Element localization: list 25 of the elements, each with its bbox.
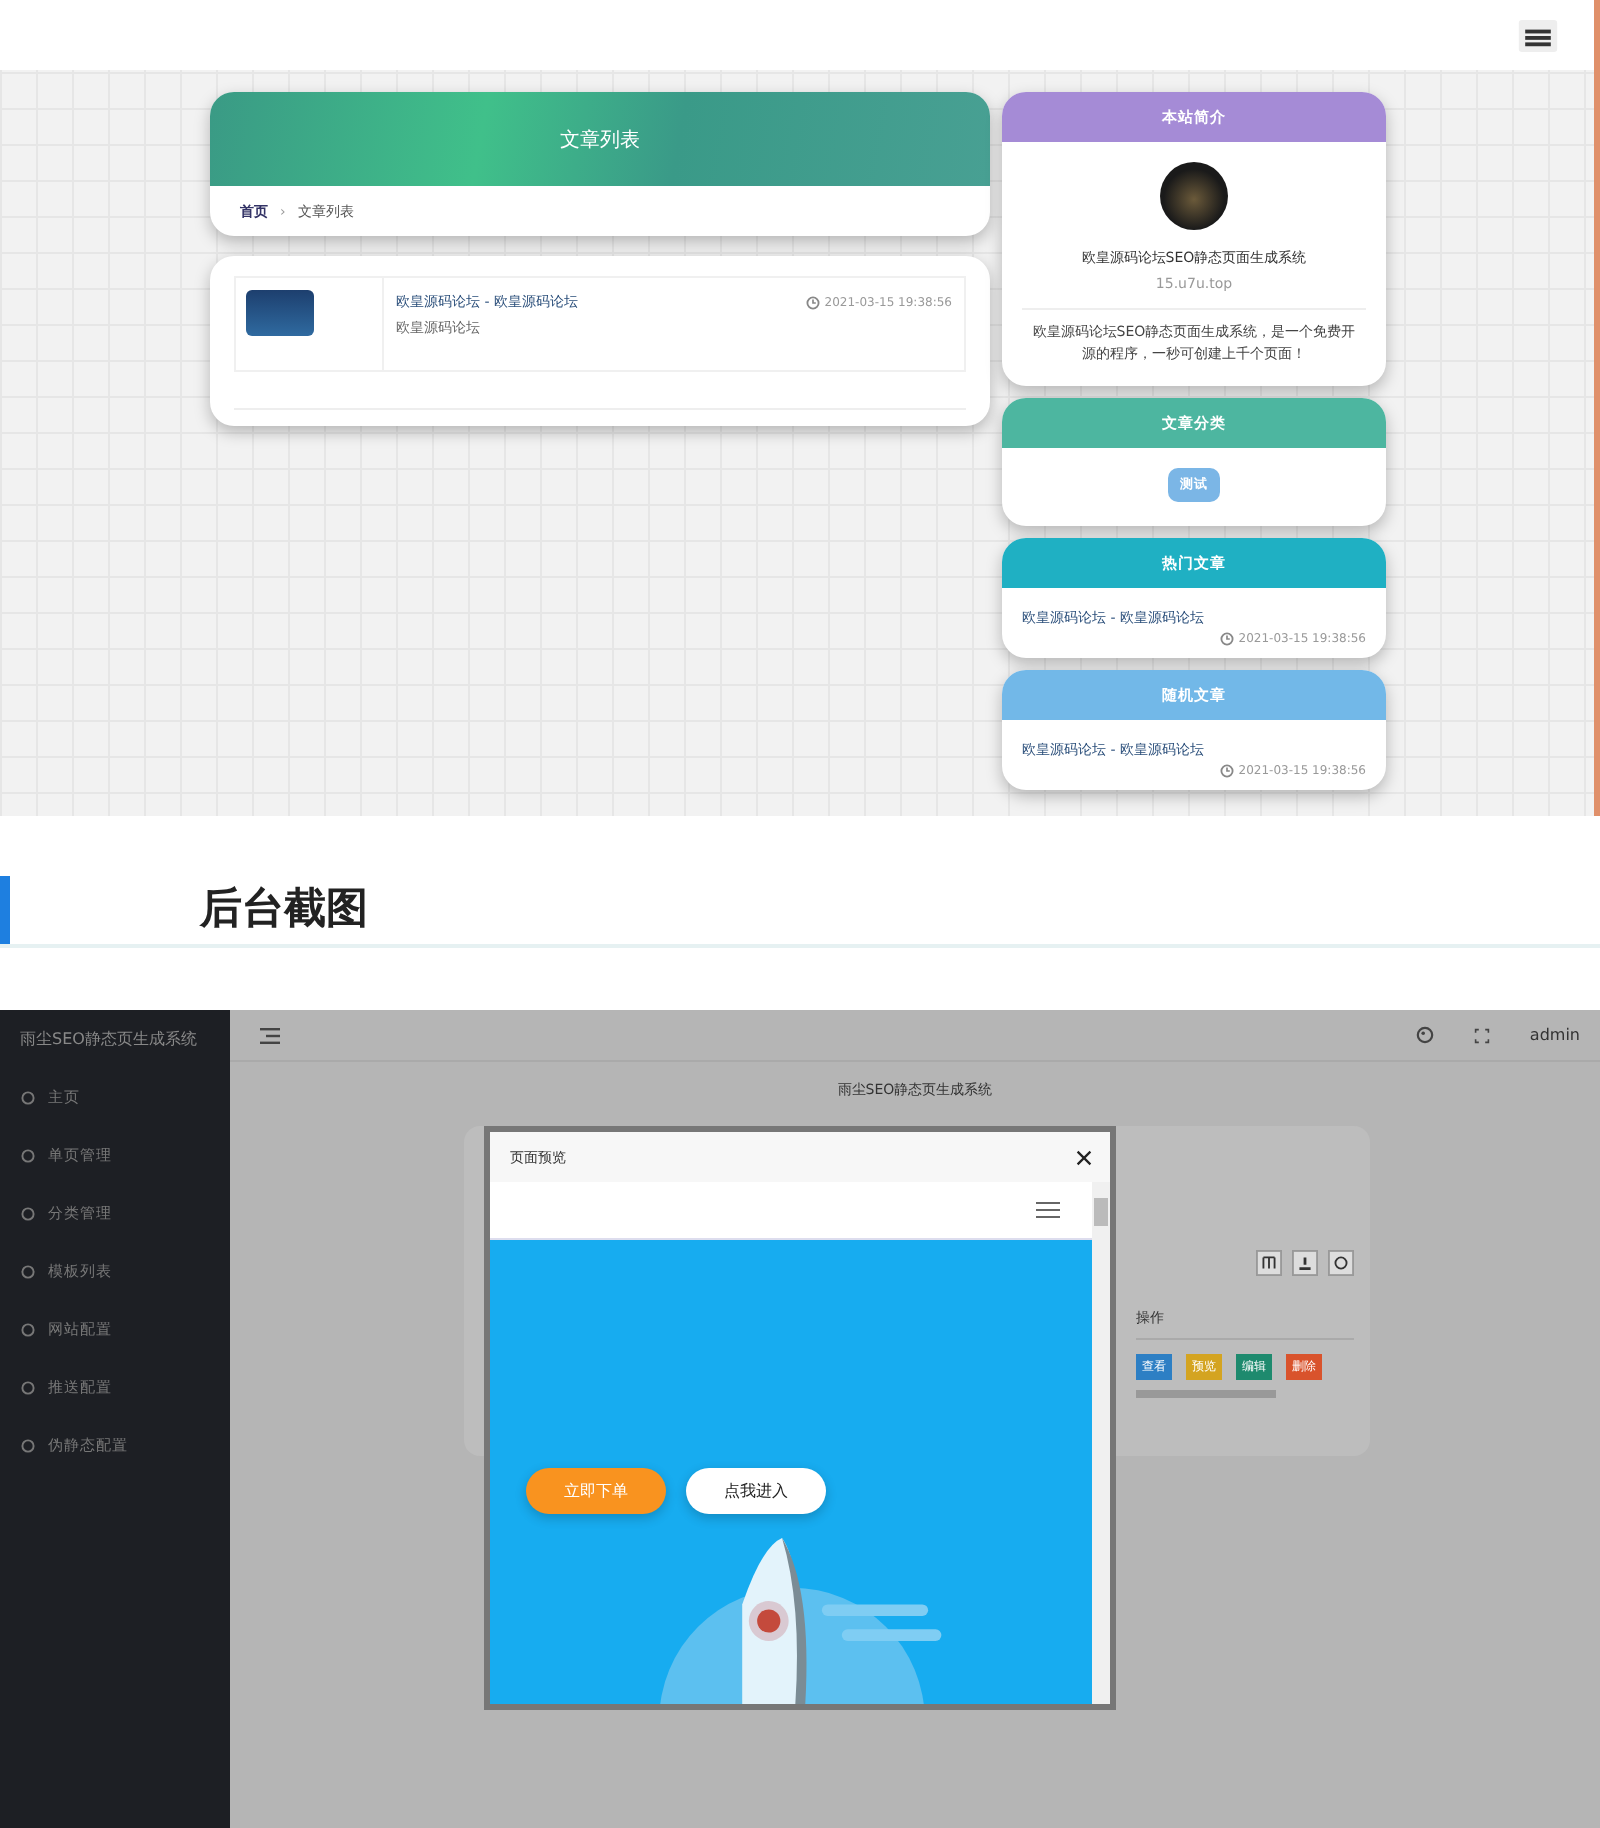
close-icon[interactable] (1076, 1149, 1092, 1165)
avatar-photo-placeholder (1160, 162, 1228, 230)
menu-icon[interactable] (1036, 1202, 1060, 1218)
fullscreen-icon[interactable] (1473, 1027, 1490, 1043)
clock-icon (1220, 632, 1235, 647)
menu-item-icon (20, 1263, 36, 1279)
admin-brand: 雨尘SEO静态页生成系统 (18, 1028, 199, 1052)
clock-icon (806, 295, 821, 309)
menu-item-icon (20, 1321, 36, 1337)
admin-username[interactable]: admin (1529, 1026, 1580, 1044)
page-title: 文章列表 (560, 127, 640, 153)
section-heading: 后台截图 (200, 881, 368, 935)
menu-icon[interactable] (1518, 19, 1558, 51)
clock-icon (1220, 764, 1235, 779)
horizontal-scrollbar[interactable] (1136, 1390, 1276, 1398)
thumbnail-placeholder (246, 290, 314, 336)
menu-item-icon (20, 1205, 36, 1221)
menu-item-icon (20, 1437, 36, 1453)
hero-button[interactable]: 点我进入 (686, 1468, 826, 1514)
menu-item-icon (20, 1379, 36, 1395)
vertical-scrollbar[interactable] (1092, 1182, 1110, 1704)
hero-button[interactable]: 立即下单 (526, 1468, 666, 1514)
menu-item-icon (20, 1089, 36, 1105)
menu-item-icon (20, 1147, 36, 1163)
collapse-menu-icon[interactable] (260, 1027, 280, 1043)
